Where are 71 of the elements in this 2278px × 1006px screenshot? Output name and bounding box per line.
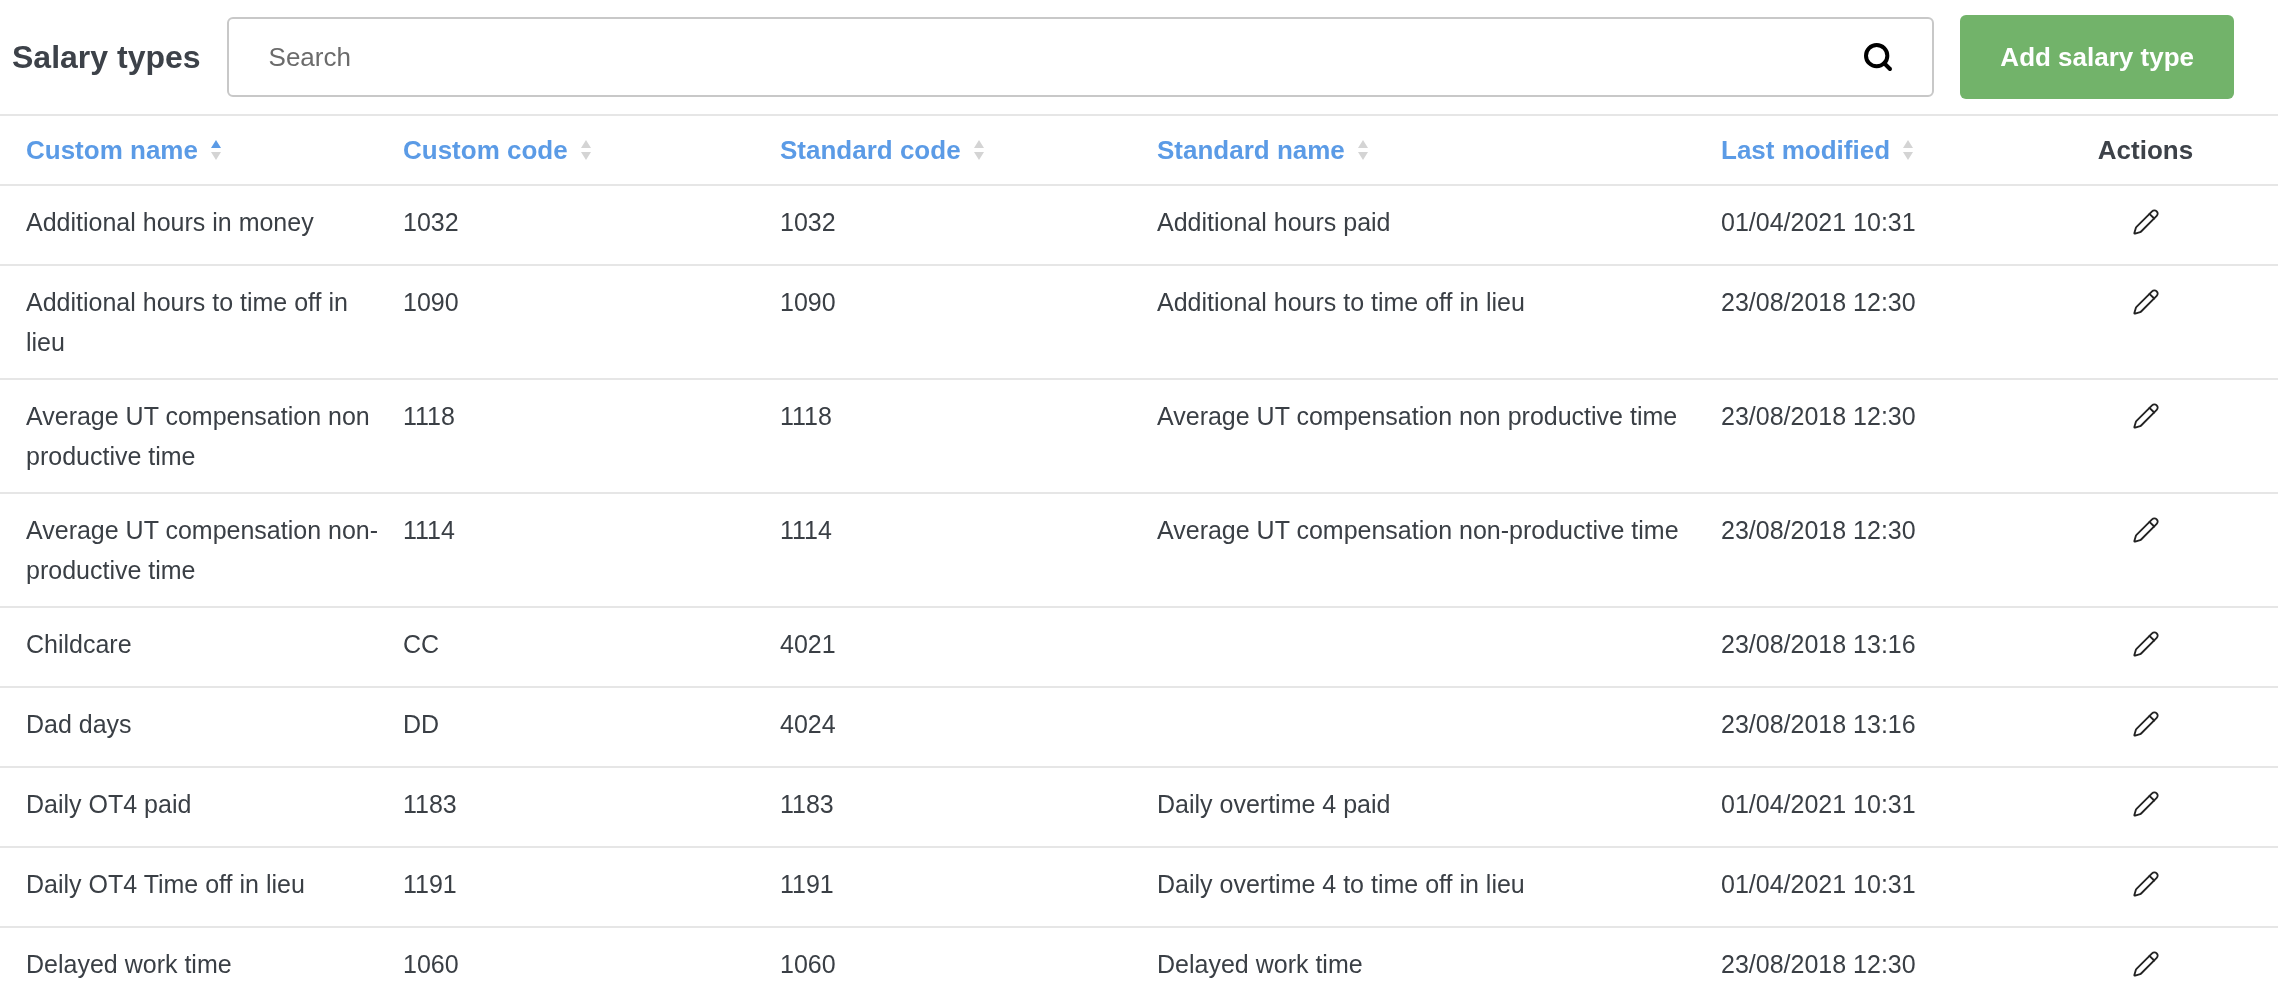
table-cell: 1114 <box>403 516 455 544</box>
table-cell: 4024 <box>780 710 836 738</box>
column-header[interactable]: Last modified <box>1721 130 1890 170</box>
table-cell: 1060 <box>780 950 836 978</box>
table-cell: Average UT compensation non productive time <box>1157 402 1678 430</box>
column-header[interactable]: Custom name <box>26 130 198 170</box>
table-cell: Additional hours in money <box>26 208 314 236</box>
edit-button[interactable] <box>2131 870 2160 898</box>
table-cell: Daily OT4 Time off in lieu <box>26 870 305 898</box>
pencil-icon <box>2131 516 2160 544</box>
add-salary-type-button[interactable]: Add salary type <box>1960 15 2234 99</box>
table-cell: 1060 <box>403 950 459 978</box>
table-cell: 1191 <box>403 870 457 898</box>
edit-button[interactable] <box>2131 630 2160 658</box>
table-cell: 4021 <box>780 630 836 658</box>
edit-button[interactable] <box>2131 516 2160 544</box>
pencil-icon <box>2131 288 2160 316</box>
table-cell: 1183 <box>780 790 834 818</box>
table-cell: 23/08/2018 12:30 <box>1721 288 1916 316</box>
pencil-icon <box>2131 630 2160 658</box>
table-cell: CC <box>403 630 440 658</box>
table-cell: 1118 <box>780 402 832 430</box>
table-cell: 01/04/2021 10:31 <box>1721 208 1916 236</box>
pencil-icon <box>2131 790 2160 818</box>
table-cell: Daily overtime 4 paid <box>1157 790 1391 818</box>
pencil-icon <box>2131 870 2160 898</box>
table-cell: 01/04/2021 10:31 <box>1721 790 1916 818</box>
table-cell: 1118 <box>403 402 455 430</box>
table-cell: 01/04/2021 10:31 <box>1721 870 1916 898</box>
table-cell: 1032 <box>403 208 459 236</box>
edit-button[interactable] <box>2131 950 2160 978</box>
table-cell: 1032 <box>780 208 836 236</box>
table-cell: Dad days <box>26 710 132 738</box>
pencil-icon <box>2131 208 2160 236</box>
column-header: Actions <box>2097 134 2194 167</box>
table-cell: 23/08/2018 13:16 <box>1721 630 1916 658</box>
table-cell: Additional hours to time off in lieu <box>26 288 348 356</box>
table-cell: 1090 <box>403 288 459 316</box>
table-cell: Daily overtime 4 to time off in lieu <box>1157 870 1525 898</box>
edit-button[interactable] <box>2131 402 2160 430</box>
table-cell: Additional hours to time off in lieu <box>1157 288 1525 316</box>
table-cell: DD <box>403 710 440 738</box>
table-cell: Childcare <box>26 630 132 658</box>
table-cell: Additional hours paid <box>1157 208 1391 236</box>
pencil-icon <box>2131 950 2160 978</box>
column-header[interactable]: Custom code <box>403 130 568 170</box>
table-cell: 1114 <box>780 516 832 544</box>
table-cell: Delayed work time <box>1157 950 1363 978</box>
edit-button[interactable] <box>2131 208 2160 236</box>
page-title: Salary types <box>12 38 201 77</box>
pencil-icon <box>2131 402 2160 430</box>
table-cell: 1183 <box>403 790 457 818</box>
table-cell: Average UT compensation non-productive time <box>1157 516 1679 544</box>
column-header[interactable]: Standard code <box>780 130 961 170</box>
edit-button[interactable] <box>2131 288 2160 316</box>
table-cell: 23/08/2018 13:16 <box>1721 710 1916 738</box>
search-icon[interactable] <box>1862 41 1895 73</box>
table-cell: Delayed work time <box>26 950 232 978</box>
table-cell: 23/08/2018 12:30 <box>1721 402 1916 430</box>
column-header[interactable]: Standard name <box>1157 130 1345 170</box>
table-cell: 1191 <box>780 870 834 898</box>
table-cell: 23/08/2018 12:30 <box>1721 950 1916 978</box>
search-field[interactable]: Search <box>226 17 1935 97</box>
table-cell: Average UT compensation non productive time <box>26 402 370 470</box>
table-cell: Daily OT4 paid <box>26 790 192 818</box>
table-cell: 1090 <box>780 288 836 316</box>
pencil-icon <box>2131 710 2160 738</box>
table-cell: Average UT compensation non-productive time <box>26 516 379 584</box>
table-cell: 23/08/2018 12:30 <box>1721 516 1916 544</box>
edit-button[interactable] <box>2131 710 2160 738</box>
edit-button[interactable] <box>2131 790 2160 818</box>
